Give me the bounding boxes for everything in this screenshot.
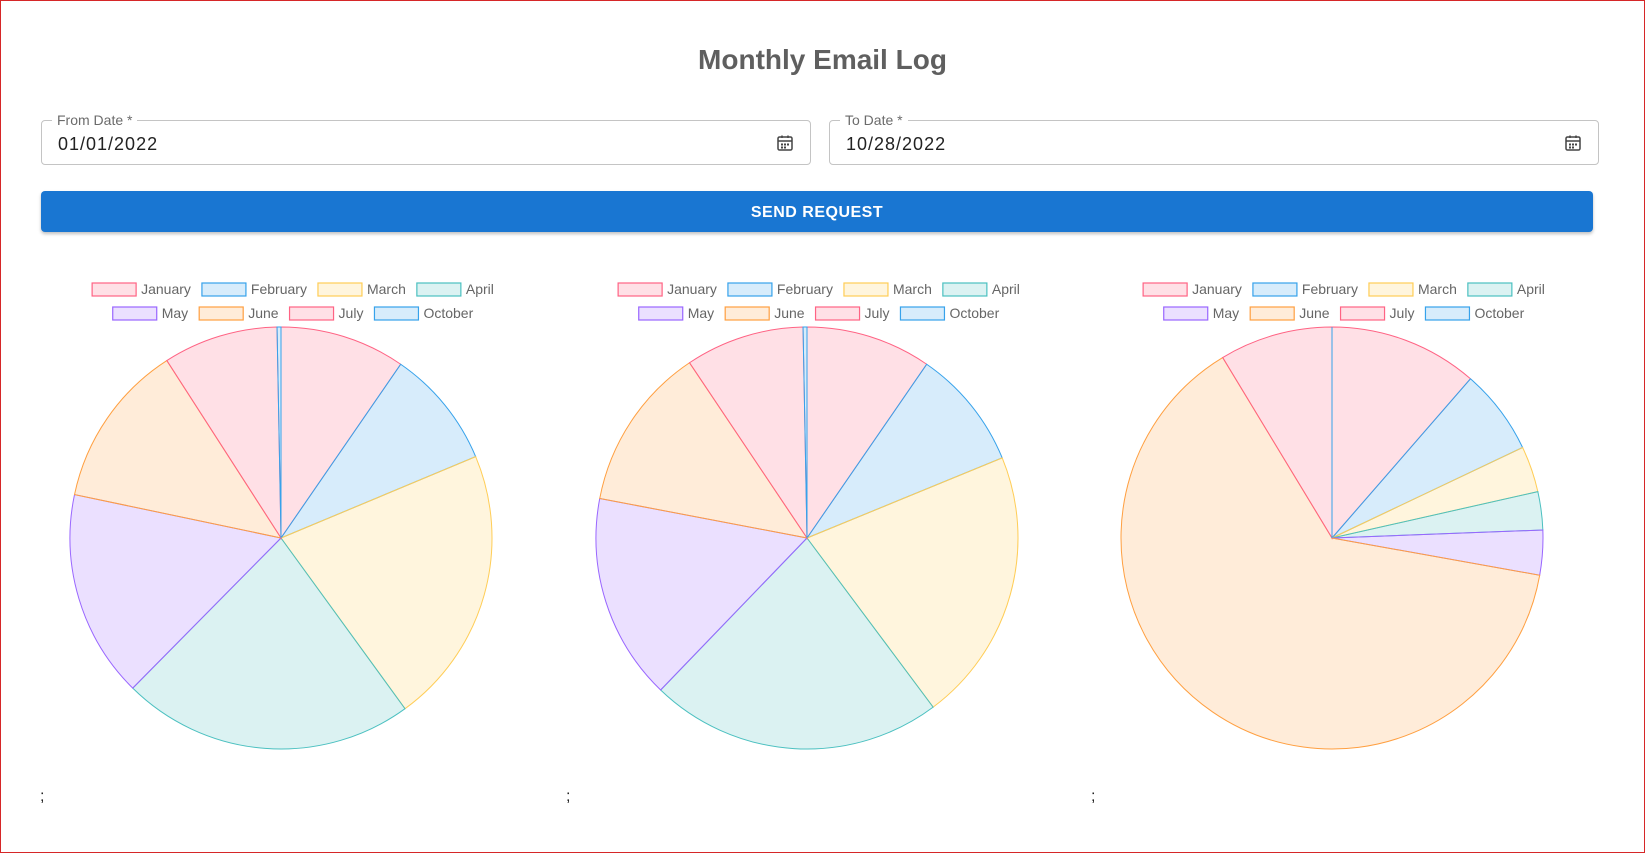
legend-swatch-january[interactable] <box>617 282 663 297</box>
legend-label-october[interactable]: October <box>423 305 473 321</box>
legend-swatch-june[interactable] <box>1249 306 1295 321</box>
legend-swatch-february[interactable] <box>1252 282 1298 297</box>
legend-swatch-april[interactable] <box>416 282 462 297</box>
separator-text: ; <box>1091 788 1096 805</box>
legend-label-february[interactable]: February <box>777 281 833 297</box>
legend-swatch-march[interactable] <box>843 282 889 297</box>
legend-label-february[interactable]: February <box>251 281 307 297</box>
separator-text: ; <box>566 788 571 805</box>
calendar-icon[interactable] <box>1564 134 1582 152</box>
page-title: Monthly Email Log <box>698 44 947 75</box>
pie-chart-3: January February March April May June July Octo… <box>1094 276 1594 816</box>
legend-swatch-march[interactable] <box>1368 282 1414 297</box>
legend-swatch-april[interactable] <box>942 282 988 297</box>
pie-chart-1-svg: January February March April May June July Octo… <box>69 281 494 750</box>
legend-label-may[interactable]: May <box>688 305 714 321</box>
legend-swatch-july[interactable] <box>814 306 861 321</box>
legend-swatch-may[interactable] <box>1163 306 1209 321</box>
legend-label-january[interactable]: January <box>1192 281 1242 297</box>
legend-label-july[interactable]: July <box>865 305 890 321</box>
legend-label-march[interactable]: March <box>367 281 406 297</box>
legend-swatch-october[interactable] <box>1424 306 1471 321</box>
to-date-value[interactable]: 10/28/2022 <box>846 133 946 155</box>
legend-swatch-june[interactable] <box>724 306 770 321</box>
legend-swatch-april[interactable] <box>1467 282 1513 297</box>
legend-swatch-june[interactable] <box>198 306 244 321</box>
legend-label-january[interactable]: January <box>141 281 191 297</box>
separator-text: ; <box>40 788 45 805</box>
legend-swatch-october[interactable] <box>899 306 946 321</box>
legend-label-march[interactable]: March <box>893 281 932 297</box>
legend-swatch-july[interactable] <box>288 306 335 321</box>
legend-swatch-may[interactable] <box>112 306 158 321</box>
legend-label-may[interactable]: May <box>162 305 188 321</box>
to-date-label: To Date * <box>840 111 908 129</box>
from-date-value[interactable]: 01/01/2022 <box>58 133 158 155</box>
legend-label-april[interactable]: April <box>992 281 1020 297</box>
legend-label-june[interactable]: June <box>248 305 279 321</box>
send-request-button[interactable]: SEND REQUEST <box>41 191 1593 232</box>
legend-swatch-january[interactable] <box>91 282 137 297</box>
legend-label-june[interactable]: June <box>774 305 805 321</box>
legend-label-february[interactable]: February <box>1302 281 1358 297</box>
legend-swatch-may[interactable] <box>638 306 684 321</box>
to-date-field[interactable]: To Date * 10/28/2022 <box>829 111 1599 165</box>
calendar-icon[interactable] <box>776 134 794 152</box>
legend-label-july[interactable]: July <box>339 305 364 321</box>
legend-label-april[interactable]: April <box>1517 281 1545 297</box>
from-date-field[interactable]: From Date * 01/01/2022 <box>41 111 811 165</box>
legend-swatch-january[interactable] <box>1142 282 1188 297</box>
legend-label-march[interactable]: March <box>1418 281 1457 297</box>
legend-swatch-march[interactable] <box>317 282 363 297</box>
legend-label-june[interactable]: June <box>1299 305 1330 321</box>
pie-chart-1: January February March April May June July Octo… <box>43 276 543 816</box>
legend-label-may[interactable]: May <box>1213 305 1239 321</box>
pie-chart-3-svg: January February March April May June July Octo… <box>1120 281 1545 750</box>
pie-chart-2: January February March April May June July Octo… <box>569 276 1069 816</box>
legend-label-january[interactable]: January <box>667 281 717 297</box>
legend-swatch-july[interactable] <box>1339 306 1386 321</box>
from-date-label: From Date * <box>52 111 138 129</box>
legend-label-april[interactable]: April <box>466 281 494 297</box>
legend-swatch-february[interactable] <box>201 282 247 297</box>
legend-label-october[interactable]: October <box>1474 305 1524 321</box>
legend-swatch-october[interactable] <box>373 306 420 321</box>
pie-chart-2-svg: January February March April May June July Octo… <box>595 281 1020 750</box>
legend-label-july[interactable]: July <box>1390 305 1415 321</box>
legend-swatch-february[interactable] <box>727 282 773 297</box>
legend-label-october[interactable]: October <box>949 305 999 321</box>
